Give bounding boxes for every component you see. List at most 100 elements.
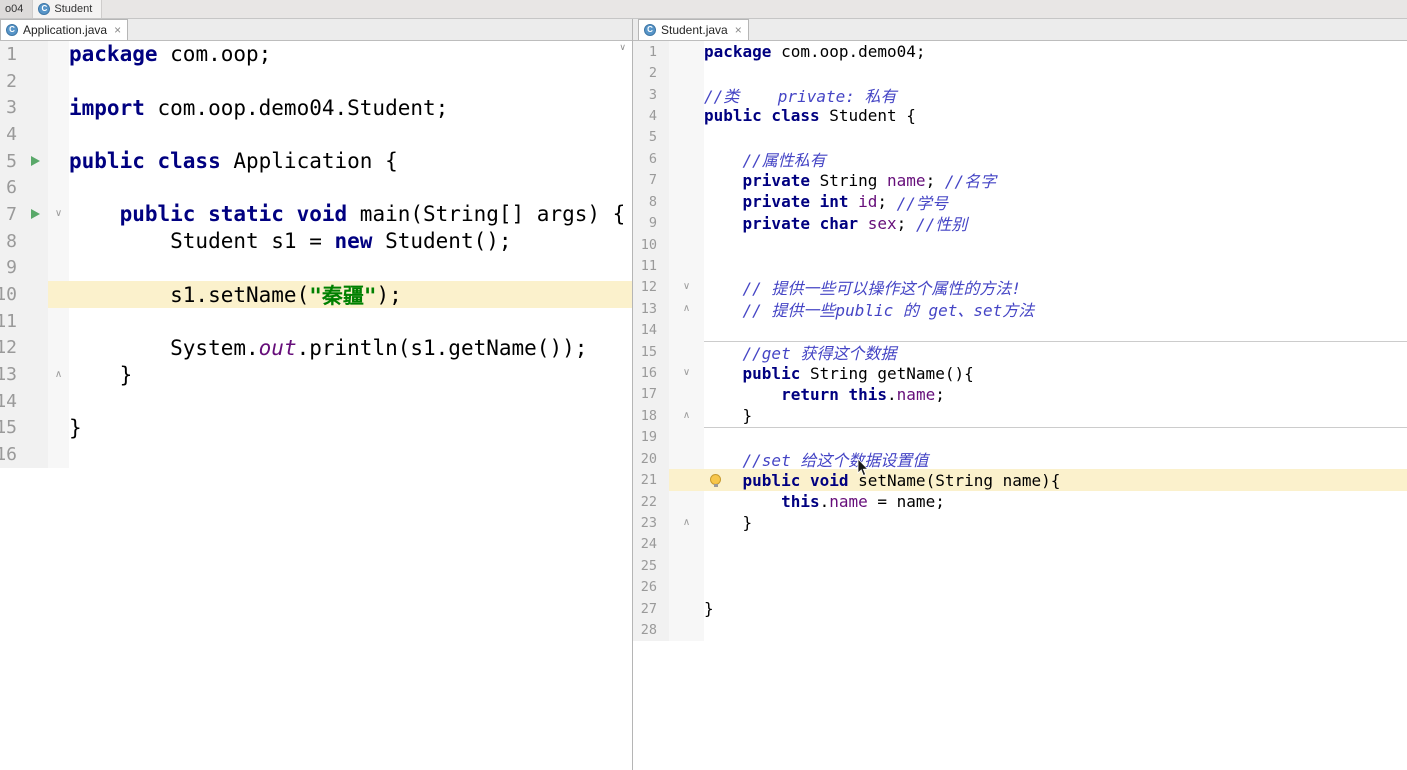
line-number[interactable]: 13 — [0, 361, 22, 388]
code-text[interactable] — [69, 441, 632, 468]
code-text[interactable] — [704, 319, 1407, 340]
code-text[interactable]: import com.oop.demo04.Student; — [69, 94, 632, 121]
line-number[interactable]: 9 — [0, 254, 22, 282]
code-text[interactable] — [69, 121, 632, 148]
code-text[interactable]: private String name; //名字 — [704, 170, 1407, 192]
line-number[interactable]: 12 — [633, 276, 669, 299]
tab-close-icon[interactable]: × — [733, 24, 742, 36]
code-text[interactable]: s1.setName("秦疆"); — [69, 281, 632, 308]
code-text[interactable] — [704, 234, 1407, 255]
code-text[interactable]: public String getName(){ — [704, 362, 1407, 383]
code-text[interactable]: package com.oop; — [69, 41, 632, 68]
line-number[interactable]: 6 — [633, 148, 669, 170]
line-number[interactable]: 5 — [0, 147, 22, 175]
code-text[interactable] — [69, 68, 632, 95]
line-number[interactable]: 27 — [633, 597, 669, 620]
line-number[interactable]: 15 — [633, 340, 669, 363]
code-text[interactable]: //类 private: 私有 — [704, 84, 1407, 106]
line-number[interactable]: 15 — [0, 414, 22, 442]
code-text[interactable] — [704, 534, 1407, 555]
code-text[interactable]: this. name = name; — [704, 491, 1407, 512]
code-text[interactable]: } — [69, 415, 632, 442]
line-number[interactable]: 28 — [633, 619, 669, 641]
code-text[interactable] — [704, 619, 1407, 640]
code-text[interactable] — [704, 255, 1407, 276]
code-text[interactable]: public void setName(String name){ — [704, 469, 1407, 491]
run-button-icon[interactable] — [30, 156, 40, 167]
line-number[interactable]: 9 — [633, 212, 669, 234]
code-text[interactable]: public class Student { — [704, 105, 1407, 126]
line-number[interactable]: 22 — [633, 490, 669, 513]
fold-up-icon[interactable]: ∧ — [683, 303, 690, 314]
run-button-icon[interactable] — [30, 209, 40, 220]
line-number[interactable]: 10 — [0, 281, 22, 308]
line-number[interactable]: 14 — [0, 387, 22, 415]
code-text[interactable]: } — [704, 598, 1407, 619]
line-number[interactable]: 2 — [0, 67, 22, 95]
line-number[interactable]: 21 — [633, 469, 669, 491]
line-number[interactable]: 1 — [633, 41, 669, 63]
fold-up-icon[interactable]: ∧ — [683, 517, 690, 528]
code-text[interactable]: //get 获得这个数据 — [704, 340, 1407, 363]
code-text[interactable]: private char sex; //性别 — [704, 212, 1407, 235]
line-number[interactable]: 2 — [633, 62, 669, 84]
line-number[interactable]: 3 — [0, 94, 22, 122]
code-text[interactable]: // 提供一些public 的 get、set方法 — [704, 298, 1407, 320]
line-number[interactable]: 26 — [633, 576, 669, 598]
tab-application-java[interactable]: C Application.java × — [0, 19, 129, 40]
editor-scroll-arrow-icon[interactable]: ∨ — [619, 43, 626, 53]
code-text[interactable]: return this. name; — [704, 384, 1407, 405]
line-number[interactable]: 25 — [633, 555, 669, 577]
code-text[interactable]: package com.oop.demo04; — [704, 41, 1407, 62]
code-text[interactable]: public static void main(String[] args) { — [69, 201, 632, 228]
code-text[interactable]: Student s1 = new Student(); — [69, 228, 632, 255]
nav-item-demo04[interactable]: o04 — [0, 0, 34, 18]
code-text[interactable]: } — [69, 361, 632, 388]
fold-down-icon[interactable]: ∨ — [683, 282, 690, 292]
line-number[interactable]: 16 — [0, 441, 22, 468]
code-text[interactable]: private int id; //学号 — [704, 191, 1407, 213]
line-number[interactable]: 7 — [0, 201, 22, 228]
line-number[interactable]: 18 — [633, 405, 669, 427]
code-text[interactable]: //set 给这个数据设置值 — [704, 448, 1407, 470]
code-text[interactable] — [704, 127, 1407, 148]
line-number[interactable]: 1 — [0, 41, 22, 68]
code-text[interactable]: //属性私有 — [704, 148, 1407, 170]
code-text[interactable] — [69, 388, 632, 415]
code-text[interactable]: } — [704, 405, 1407, 426]
fold-up-icon[interactable]: ∧ — [683, 410, 690, 421]
code-text[interactable]: } — [704, 512, 1407, 533]
code-text[interactable] — [69, 308, 632, 335]
line-number[interactable]: 20 — [633, 448, 669, 470]
code-text[interactable]: System. out .println(s1.getName()); — [69, 335, 632, 362]
line-number[interactable]: 11 — [633, 255, 669, 277]
line-number[interactable]: 8 — [0, 227, 22, 255]
code-text[interactable]: public class Application { — [69, 148, 632, 175]
tab-close-icon[interactable]: × — [112, 24, 121, 36]
line-number[interactable]: 10 — [633, 233, 669, 256]
line-number[interactable]: 19 — [633, 426, 669, 449]
line-number[interactable]: 12 — [0, 334, 22, 362]
line-number[interactable]: 14 — [633, 319, 669, 341]
code-text[interactable] — [704, 555, 1407, 576]
line-number[interactable]: 4 — [633, 105, 669, 127]
line-number[interactable]: 6 — [0, 174, 22, 202]
nav-item-student[interactable]: C Student — [33, 0, 103, 18]
line-number[interactable]: 3 — [633, 83, 669, 106]
line-number[interactable]: 24 — [633, 533, 669, 556]
line-number[interactable]: 5 — [633, 126, 669, 149]
code-text[interactable] — [69, 174, 632, 201]
line-number[interactable]: 23 — [633, 512, 669, 534]
code-text[interactable] — [704, 577, 1407, 598]
fold-up-icon[interactable]: ∧ — [55, 369, 62, 380]
code-text[interactable]: // 提供一些可以操作这个属性的方法! — [704, 277, 1407, 298]
line-number[interactable]: 17 — [633, 383, 669, 406]
line-number[interactable]: 8 — [633, 190, 669, 213]
line-number[interactable]: 16 — [633, 362, 669, 384]
line-number[interactable]: 7 — [633, 169, 669, 191]
tab-student-java[interactable]: C Student.java × — [638, 19, 749, 40]
fold-down-icon[interactable]: ∨ — [683, 368, 690, 378]
code-text[interactable] — [704, 426, 1407, 448]
code-text[interactable] — [69, 255, 632, 282]
line-number[interactable]: 11 — [0, 307, 22, 335]
